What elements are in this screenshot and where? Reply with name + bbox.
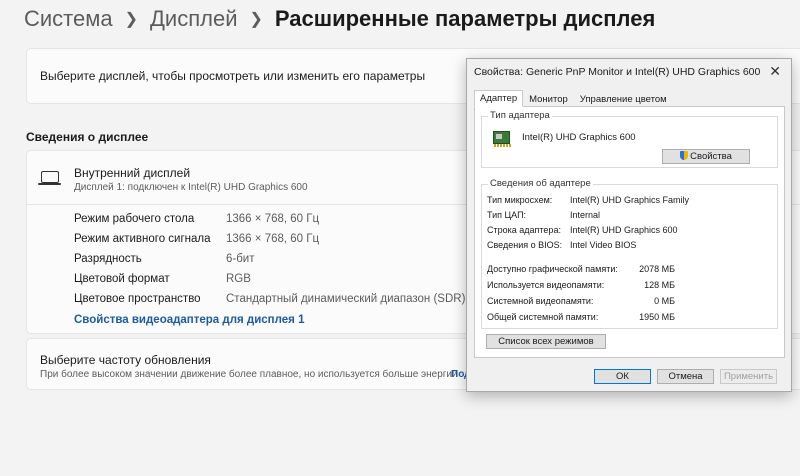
memory-row: Системной видеопамяти: 0 МБ xyxy=(487,296,675,306)
prop-value: Стандартный динамический диапазон (SDR) xyxy=(226,293,466,305)
cancel-button[interactable]: Отмена xyxy=(657,369,714,384)
tab-color-management[interactable]: Управление цветом xyxy=(574,91,673,107)
select-display-text: Выберите дисплей, чтобы просмотреть или … xyxy=(40,69,426,83)
info-row: Сведения о BIOS: Intel Video BIOS xyxy=(487,240,636,250)
adapter-tab-panel: Тип адаптера Intel(R) UHD Graphics 600 С… xyxy=(474,106,785,358)
prop-label: Режим активного сигнала xyxy=(74,233,211,245)
memory-label: Общей системной памяти: xyxy=(487,312,599,322)
memory-value: 128 МБ xyxy=(644,280,675,290)
info-row: Тип микросхем: Intel(R) UHD Graphics Fami… xyxy=(487,195,689,205)
dialog-title: Свойства: Generic PnP Monitor и Intel(R)… xyxy=(474,66,761,78)
prop-row: Режим рабочего стола 1366 × 768, 60 Гц xyxy=(74,213,319,225)
properties-button-label: Свойства xyxy=(690,151,732,162)
prop-label: Разрядность xyxy=(74,253,142,265)
display-name: Внутренний дисплей xyxy=(74,166,191,180)
list-all-modes-button[interactable]: Список всех режимов xyxy=(486,334,606,349)
prop-value: 6-бит xyxy=(226,253,255,265)
memory-row: Используется видеопамяти: 128 МБ xyxy=(487,280,675,290)
memory-label: Используется видеопамяти: xyxy=(487,280,605,290)
info-row: Строка адаптера: Intel(R) UHD Graphics 60… xyxy=(487,225,678,235)
info-value: Internal xyxy=(570,210,601,220)
breadcrumb: Система ❯ Дисплей ❯ Расширенные параметр… xyxy=(24,6,655,32)
prop-row: Цветовое пространство Стандартный динамич… xyxy=(74,293,465,305)
dialog-tabs: Адаптер Монитор Управление цветом xyxy=(474,90,673,107)
prop-row: Разрядность 6-бит xyxy=(74,253,255,265)
info-value: Intel Video BIOS xyxy=(570,240,637,250)
adapter-info-group: Сведения об адаптере Тип микросхем: Intel… xyxy=(481,178,778,329)
memory-row: Общей системной памяти: 1950 МБ xyxy=(487,312,675,322)
breadcrumb-display[interactable]: Дисплей xyxy=(150,6,237,32)
info-value: Intel(R) UHD Graphics 600 xyxy=(570,225,678,235)
adapter-properties-link[interactable]: Свойства видеоадаптера для дисплея 1 xyxy=(74,314,304,326)
memory-value: 1950 МБ xyxy=(639,312,675,322)
breadcrumb-system[interactable]: Система xyxy=(24,6,113,32)
section-title: Сведения о дисплее xyxy=(26,130,149,144)
prop-label: Цветовое пространство xyxy=(74,293,201,305)
tab-adapter[interactable]: Адаптер xyxy=(474,90,524,107)
prop-label: Режим рабочего стола xyxy=(74,213,195,225)
adapter-info-label: Сведения об адаптере xyxy=(488,178,593,189)
prop-label: Цветовой формат xyxy=(74,273,170,285)
chevron-right-icon: ❯ xyxy=(124,11,139,28)
laptop-icon xyxy=(38,171,61,185)
ok-button[interactable]: ОК xyxy=(594,369,651,384)
refresh-subtitle: При более высоком значении движение боле… xyxy=(40,369,458,380)
properties-dialog: Свойства: Generic PnP Monitor и Intel(R)… xyxy=(466,58,792,392)
chevron-right-icon: ❯ xyxy=(249,11,263,28)
info-label: Сведения о BIOS: xyxy=(487,240,563,250)
prop-value: 1366 × 768, 60 Гц xyxy=(226,213,320,225)
adapter-name: Intel(R) UHD Graphics 600 xyxy=(522,132,636,143)
prop-value: 1366 × 768, 60 Гц xyxy=(226,233,320,245)
apply-button[interactable]: Применить xyxy=(720,369,777,384)
graphics-card-icon xyxy=(493,131,511,147)
info-row: Тип ЦАП: Internal xyxy=(487,210,600,220)
page-title: Расширенные параметры дисплея xyxy=(274,6,656,31)
info-label: Тип ЦАП: xyxy=(487,210,527,220)
close-icon[interactable]: ✕ xyxy=(769,63,781,80)
prop-row: Режим активного сигнала 1366 × 768, 60 Гц xyxy=(74,233,319,245)
tab-monitor[interactable]: Монитор xyxy=(523,91,574,107)
info-label: Тип микросхем: xyxy=(487,195,553,205)
info-value: Intel(R) UHD Graphics Family xyxy=(570,195,690,205)
info-label: Строка адаптера: xyxy=(487,225,561,235)
refresh-title: Выберите частоту обновления xyxy=(40,353,211,367)
prop-row: Цветовой формат RGB xyxy=(74,273,251,285)
memory-label: Системной видеопамяти: xyxy=(487,296,594,306)
memory-value: 2078 МБ xyxy=(639,264,675,274)
adapter-type-group: Тип адаптера Intel(R) UHD Graphics 600 С… xyxy=(481,110,778,168)
shield-icon xyxy=(680,151,689,160)
adapter-type-label: Тип адаптера xyxy=(488,110,552,121)
prop-value: RGB xyxy=(226,273,251,285)
properties-button[interactable]: Свойства xyxy=(662,149,750,164)
memory-value: 0 МБ xyxy=(654,296,675,306)
display-subtitle: Дисплей 1: подключен к Intel(R) UHD Grap… xyxy=(74,182,308,193)
memory-label: Доступно графической памяти: xyxy=(487,264,618,274)
memory-row: Доступно графической памяти: 2078 МБ xyxy=(487,264,675,274)
